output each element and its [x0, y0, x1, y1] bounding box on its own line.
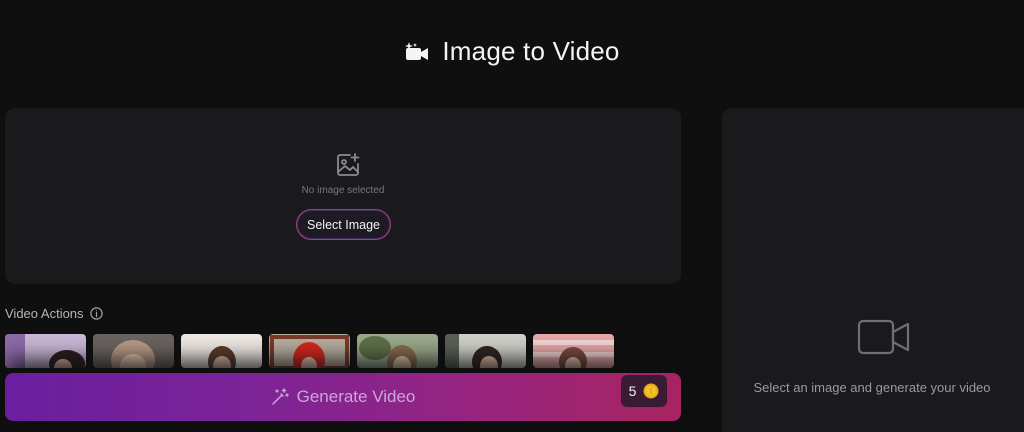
video-preview-panel: Select an image and generate your video [722, 108, 1024, 432]
image-upload-panel[interactable]: No image selected Select Image [5, 108, 681, 284]
no-image-text: No image selected [301, 185, 385, 196]
magic-wand-icon [271, 388, 289, 405]
video-action-thumbnails [5, 334, 614, 368]
video-action-thumbnail-1[interactable] [5, 334, 86, 368]
video-camera-sparkle-icon [405, 41, 429, 60]
page-header: Image to Video [0, 36, 1024, 67]
info-icon[interactable] [89, 307, 103, 320]
video-action-thumbnail-3[interactable] [181, 334, 262, 368]
credit-cost-value: 5 [628, 383, 637, 399]
video-action-thumbnail-2[interactable] [93, 334, 174, 368]
video-camera-icon [857, 319, 910, 355]
select-image-button[interactable]: Select Image [296, 209, 391, 240]
generate-video-label: Generate Video [296, 387, 416, 406]
video-action-thumbnail-4[interactable] [269, 334, 350, 368]
credit-cost-badge: 5 [621, 375, 667, 407]
generate-video-button[interactable]: Generate Video 5 [5, 373, 681, 421]
video-action-thumbnail-7[interactable] [533, 334, 614, 368]
coin-icon [643, 383, 659, 399]
video-actions-heading: Video Actions [5, 306, 103, 321]
preview-empty-text: Select an image and generate your video [753, 380, 991, 395]
image-add-icon [337, 153, 360, 176]
page-title: Image to Video [442, 36, 620, 66]
video-action-thumbnail-5[interactable] [357, 334, 438, 368]
video-actions-label: Video Actions [5, 306, 84, 321]
video-action-thumbnail-6[interactable] [445, 334, 526, 368]
